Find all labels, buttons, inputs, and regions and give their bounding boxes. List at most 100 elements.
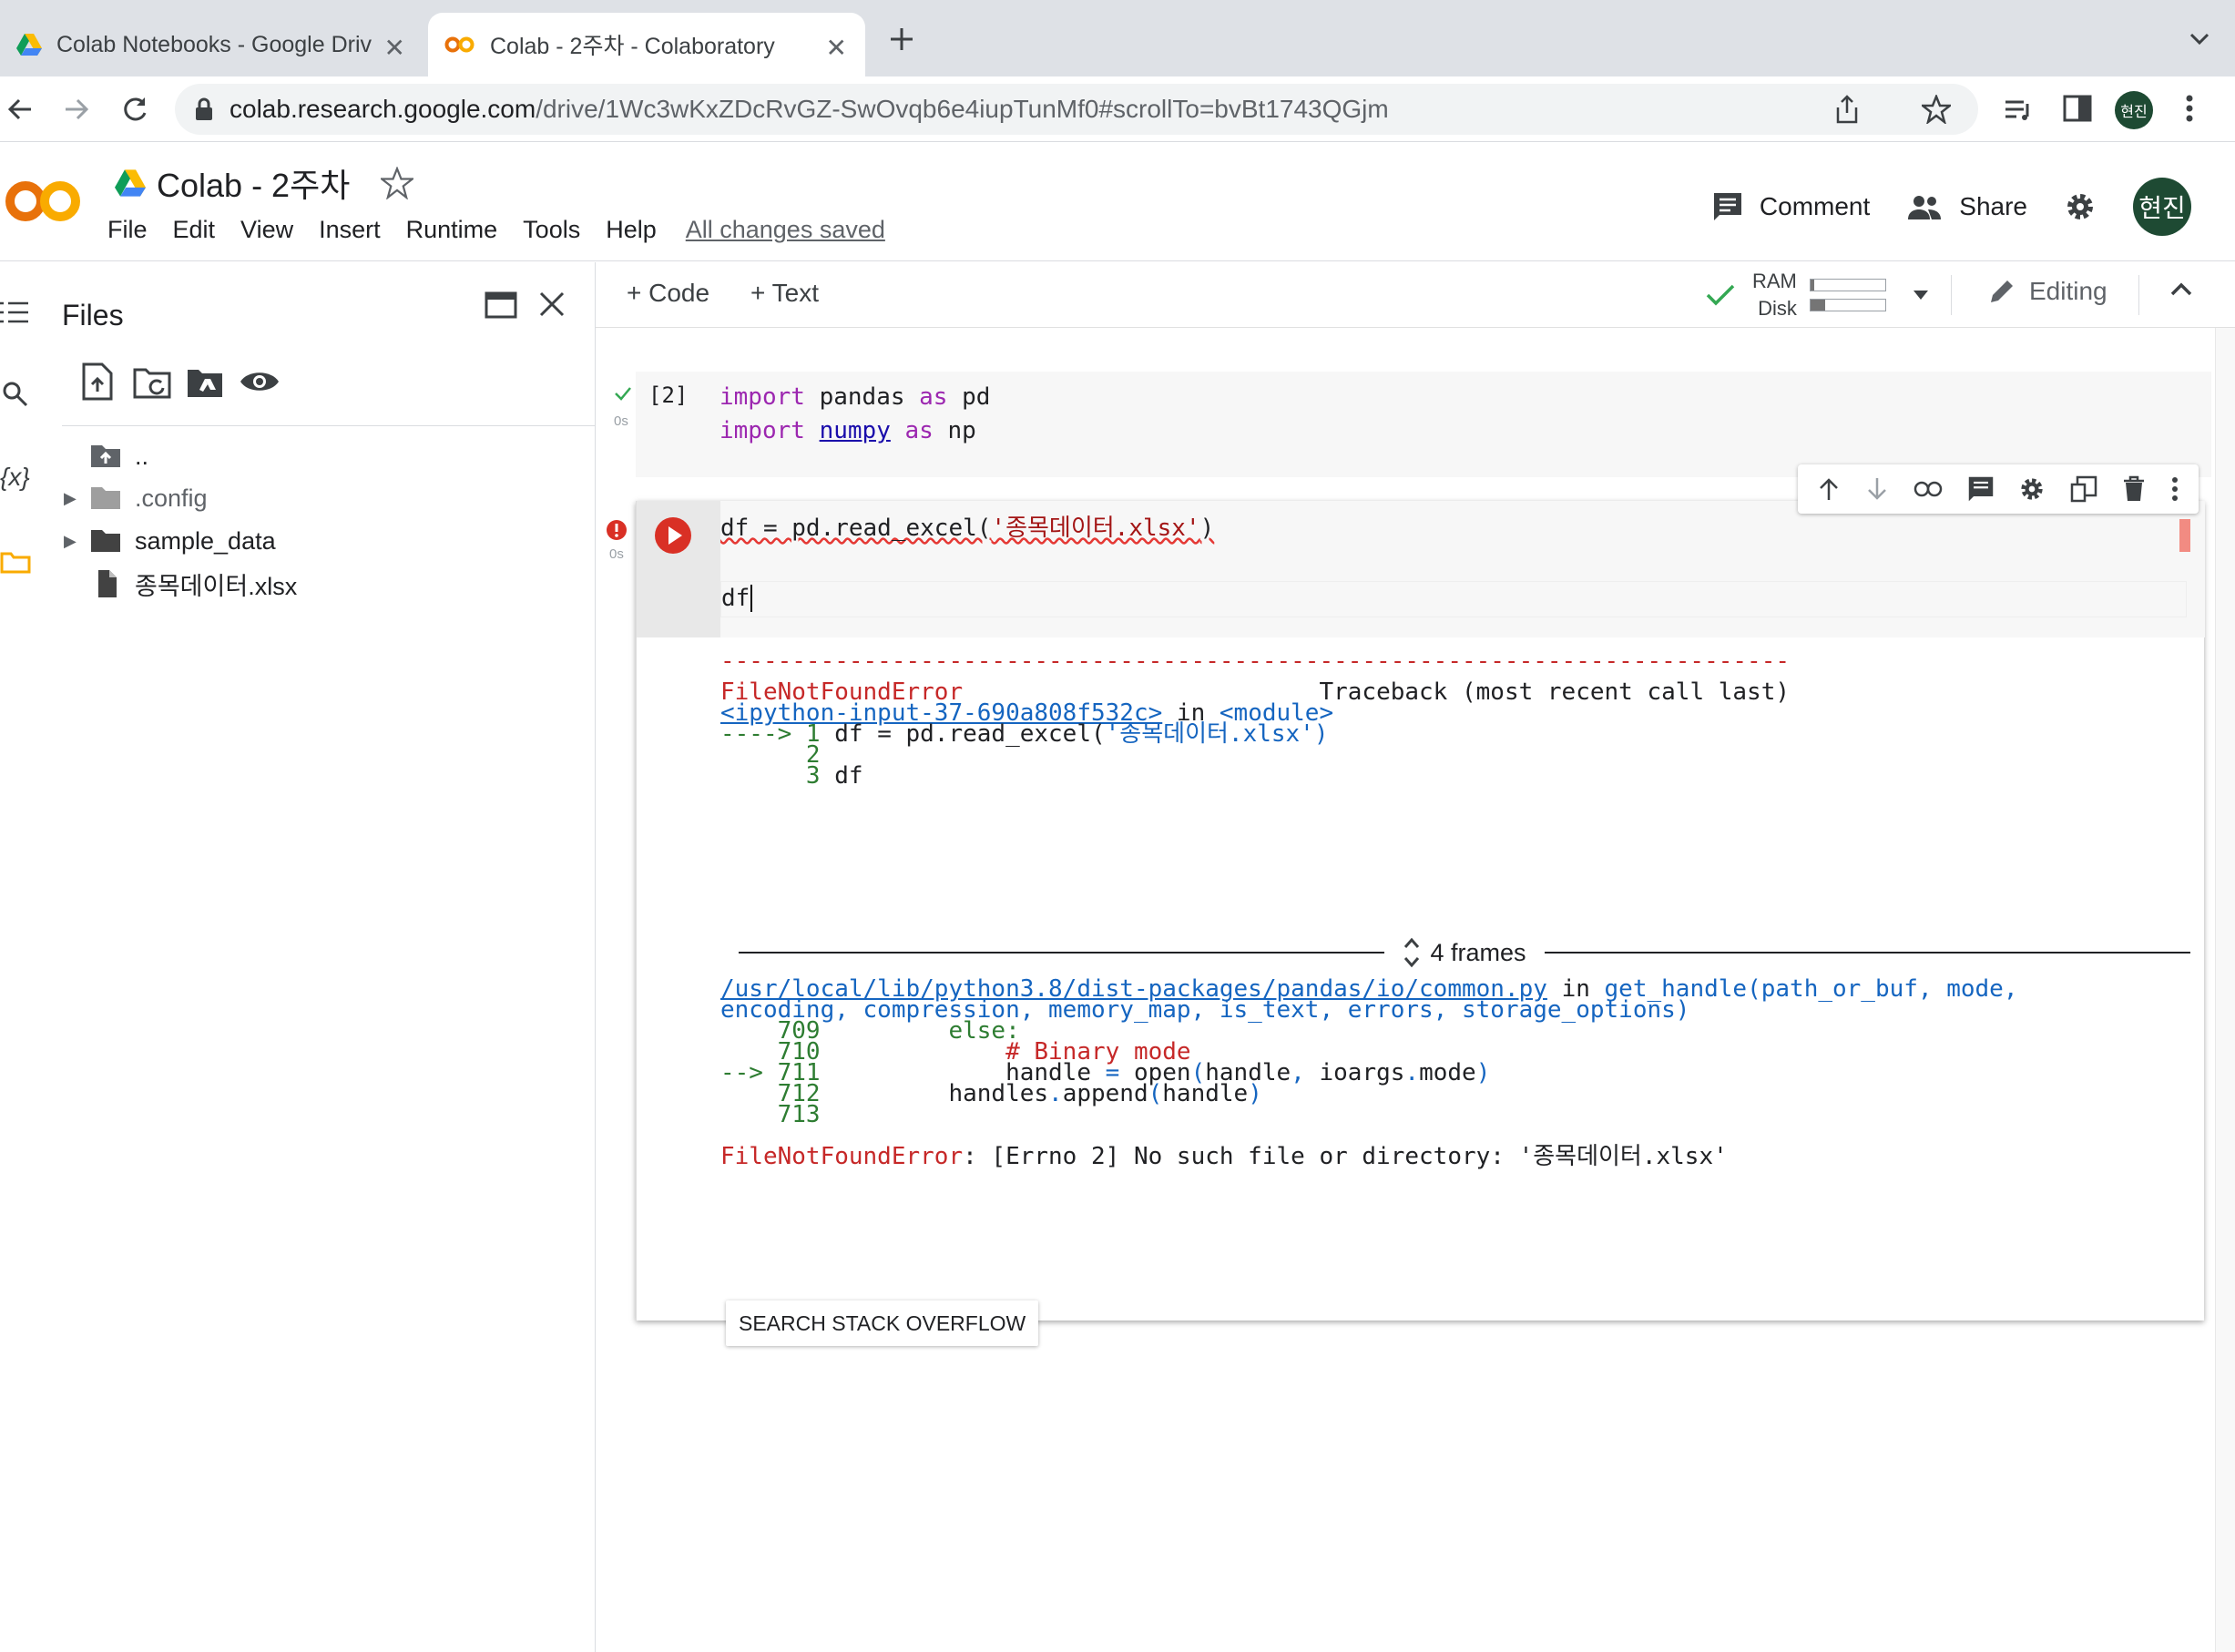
browser-toolbar: colab.research.google.com/drive/1Wc3wKxZ… <box>0 76 2235 142</box>
check-icon <box>614 386 632 401</box>
reading-list-icon[interactable] <box>2002 93 2035 126</box>
add-code-label: Code <box>648 279 710 307</box>
back-icon[interactable] <box>4 93 36 126</box>
line-code: handles <box>820 1080 1049 1107</box>
menu-tools[interactable]: Tools <box>523 216 580 244</box>
run-cell-button[interactable] <box>653 515 693 556</box>
unfold-icon <box>1403 935 1421 970</box>
doc-title-row: Colab - 2주차 <box>115 159 414 207</box>
final-error-message: FileNotFoundError: [Errno 2] No such fil… <box>720 1140 1728 1173</box>
resources-indicator[interactable]: RAM Disk <box>1705 268 1928 322</box>
folder-icon[interactable] <box>0 550 31 574</box>
disk-bar <box>1809 299 1886 311</box>
files-title: Files <box>62 299 124 331</box>
line-code: , <box>1291 1059 1305 1086</box>
tree-item-label: 종목데이터.xlsx <box>135 572 298 600</box>
mirror-cell-icon[interactable] <box>2070 475 2097 503</box>
settings-button[interactable] <box>2064 190 2097 223</box>
tab-search-icon[interactable] <box>2189 33 2209 46</box>
code-token: df = pd.read_excel( <box>720 515 992 542</box>
mount-drive-icon[interactable] <box>186 366 226 401</box>
close-tab-icon[interactable]: ✕ <box>826 33 847 63</box>
forward-icon[interactable] <box>60 93 93 126</box>
browser-tab-colab[interactable]: Colab - 2주차 - Colaboratory ✕ <box>428 13 865 76</box>
ram-label: RAM <box>1752 270 1797 292</box>
address-bar[interactable]: colab.research.google.com/drive/1Wc3wKxZ… <box>175 84 1978 135</box>
cell-editor[interactable]: df = pd.read_excel('종목데이터.xlsx') df <box>720 501 2205 637</box>
line-code: df <box>820 762 863 790</box>
delete-icon[interactable] <box>2122 475 2146 503</box>
refresh-folder-icon[interactable] <box>133 366 173 401</box>
table-of-contents-icon[interactable] <box>0 301 29 324</box>
comment-button[interactable]: Comment <box>1712 191 1870 222</box>
traceback-line: 3 df <box>720 760 863 792</box>
open-in-tab-icon[interactable] <box>485 291 517 319</box>
menu-insert[interactable]: Insert <box>319 216 381 244</box>
cell-code[interactable]: import pandas as pd import numpy as np <box>719 381 990 448</box>
tree-item-parent[interactable]: .. <box>64 437 148 475</box>
code-cell[interactable]: 0s [2] import pandas as pd import numpy a… <box>614 372 2211 477</box>
search-stack-overflow-button[interactable]: SEARCH STACK OVERFLOW <box>726 1300 1039 1346</box>
traceback-line: 713 <box>720 1101 821 1128</box>
new-tab-icon[interactable] <box>888 25 915 53</box>
browser-menu-icon[interactable] <box>2184 93 2195 124</box>
tree-item-xlsx[interactable]: 종목데이터.xlsx <box>64 565 297 603</box>
eye-icon[interactable] <box>239 368 281 395</box>
star-icon[interactable] <box>381 167 414 199</box>
save-status[interactable]: All changes saved <box>686 216 885 244</box>
user-avatar[interactable]: 현진 <box>2133 178 2191 236</box>
dropdown-arrow-icon[interactable] <box>1913 291 1928 300</box>
menu-file[interactable]: File <box>107 216 148 244</box>
link-icon[interactable] <box>1914 480 1943 498</box>
code-token: pandas <box>819 383 905 411</box>
menu-view[interactable]: View <box>240 216 293 244</box>
expand-arrow-icon[interactable]: ▶ <box>64 489 89 508</box>
comment-icon[interactable] <box>1967 475 1995 503</box>
menu-runtime[interactable]: Runtime <box>406 216 498 244</box>
exec-time: 0s <box>614 413 628 429</box>
code-token-link[interactable]: numpy <box>820 417 891 444</box>
share-label: Share <box>1959 192 2027 220</box>
comment-icon <box>1712 191 1743 222</box>
close-icon[interactable] <box>537 290 566 319</box>
line-code: ) <box>1313 720 1329 748</box>
tree-item-config[interactable]: ▶ .config <box>64 479 208 517</box>
menu-edit[interactable]: Edit <box>173 216 216 244</box>
code-token: import <box>719 383 805 411</box>
gear-icon <box>2064 190 2097 223</box>
upload-file-icon[interactable] <box>82 362 113 401</box>
side-panel-icon[interactable] <box>2062 93 2093 124</box>
move-down-icon[interactable] <box>1865 476 1889 502</box>
chevron-up-icon[interactable] <box>2169 282 2193 297</box>
code-line-2[interactable]: df <box>720 581 2187 617</box>
move-up-icon[interactable] <box>1817 476 1841 502</box>
share-button[interactable]: Share <box>1906 192 2027 221</box>
browser-profile-avatar[interactable]: 현진 <box>2115 91 2153 129</box>
add-code-button[interactable]: + Code <box>627 279 709 308</box>
code-cell-active[interactable]: 0s df = pd.read_excel('종목데이터.xlsx') df -… <box>607 501 2205 1346</box>
variables-icon[interactable]: {x} <box>0 463 30 492</box>
folder-icon <box>89 485 135 511</box>
tab-title: Colab Notebooks - Google Driv <box>56 31 372 57</box>
bookmark-star-icon[interactable] <box>1922 95 1951 124</box>
add-text-button[interactable]: + Text <box>750 279 819 308</box>
tree-item-sample-data[interactable]: ▶ sample_data <box>64 522 276 560</box>
close-tab-icon[interactable]: ✕ <box>384 33 405 63</box>
line-code: append <box>1062 1080 1148 1107</box>
gear-icon[interactable] <box>2018 475 2046 503</box>
tree-item-label: .config <box>135 484 208 512</box>
share-page-icon[interactable] <box>1834 95 1860 124</box>
scrollbar[interactable] <box>2215 328 2235 1652</box>
reload-icon[interactable] <box>118 93 151 126</box>
colab-header: Colab - 2주차 File Edit View Insert Runtim… <box>0 143 2235 261</box>
menu-help[interactable]: Help <box>606 216 657 244</box>
editing-button[interactable]: Editing <box>1987 277 2107 306</box>
notebook-title[interactable]: Colab - 2주차 <box>157 159 350 207</box>
expand-arrow-icon[interactable]: ▶ <box>64 532 89 551</box>
colab-logo[interactable] <box>5 178 82 225</box>
function-signature: (path_or_buf, mode, <box>1747 975 2018 1003</box>
browser-tab-drive[interactable]: Colab Notebooks - Google Driv ✕ <box>0 13 424 76</box>
frames-expander[interactable]: 4 frames <box>739 934 2191 971</box>
more-vert-icon[interactable] <box>2170 476 2179 502</box>
search-icon[interactable] <box>2 381 29 408</box>
